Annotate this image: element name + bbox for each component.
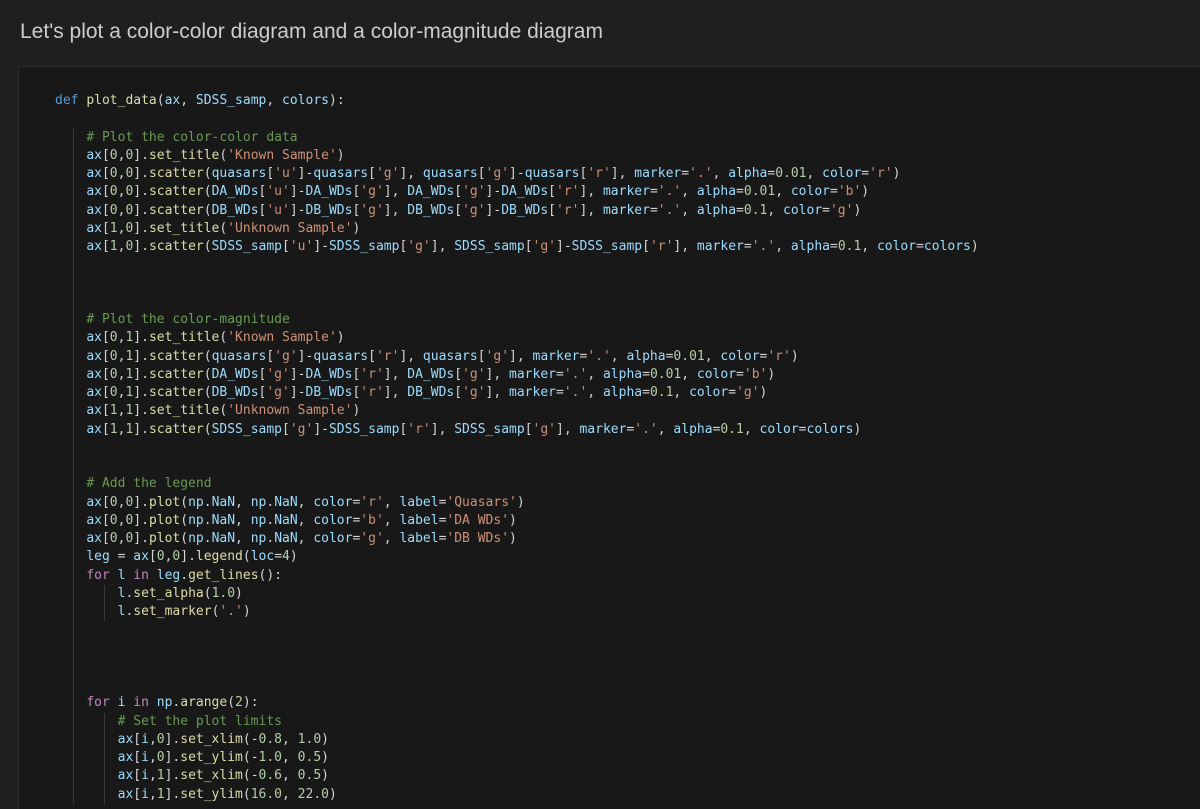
code-line-text: # Plot the color-color data bbox=[86, 129, 298, 145]
code-line-text: ax[0,0].plot(np.NaN, np.NaN, color='b', … bbox=[86, 512, 517, 528]
code-line-text: ax[1,0].set_title('Unknown Sample') bbox=[86, 220, 361, 236]
markdown-heading: Let's plot a color-color diagram and a c… bbox=[20, 20, 603, 43]
code-line[interactable]: for i in np.arange(2): bbox=[55, 694, 259, 712]
code-line[interactable]: # Set the plot limits bbox=[55, 713, 282, 731]
code-line[interactable]: ax[0,1].scatter(quasars['g']-quasars['r'… bbox=[55, 348, 799, 366]
markdown-cell[interactable]: Let's plot a color-color diagram and a c… bbox=[0, 0, 1200, 66]
code-line-text: for i in np.arange(2): bbox=[86, 695, 259, 711]
code-line[interactable]: # Plot the color-color data bbox=[55, 129, 298, 147]
code-line-text: for l in leg.get_lines(): bbox=[86, 567, 283, 583]
code-line-text: ax[1,1].scatter(SDSS_samp['g']-SDSS_samp… bbox=[86, 421, 862, 437]
code-line[interactable]: ax[0,1].scatter(DB_WDs['g']-DB_WDs['r'],… bbox=[55, 384, 767, 402]
code-line[interactable]: # Add the legend bbox=[55, 475, 212, 493]
code-line[interactable]: ax[1,0].set_title('Unknown Sample') bbox=[55, 220, 360, 238]
code-line[interactable]: ax[i,0].set_ylim(-1.0, 0.5) bbox=[55, 749, 329, 767]
code-line-text: ax[0,1].set_title('Known Sample') bbox=[86, 330, 345, 346]
code-line[interactable]: ax[0,0].plot(np.NaN, np.NaN, color='b', … bbox=[55, 512, 517, 530]
code-line[interactable]: l.set_alpha(1.0) bbox=[55, 585, 243, 603]
code-line-text: l.set_marker('.') bbox=[117, 604, 251, 619]
code-line-text: ax[0,0].set_title('Known Sample') bbox=[86, 147, 345, 163]
code-line-text: def plot_data(ax, SDSS_samp, colors): bbox=[55, 93, 345, 108]
code-line-text: ax[0,1].scatter(DB_WDs['g']-DB_WDs['r'],… bbox=[86, 385, 768, 400]
code-line[interactable]: ax[0,0].set_title('Known Sample') bbox=[55, 147, 345, 165]
code-line-text: ax[i,0].set_ylim(-1.0, 0.5) bbox=[117, 750, 329, 765]
code-line[interactable]: ax[i,1].set_ylim(16.0, 22.0) bbox=[55, 786, 337, 804]
code-line[interactable]: ax[0,0].scatter(DB_WDs['u']-DB_WDs['g'],… bbox=[55, 202, 861, 220]
code-line[interactable]: def plot_data(ax, SDSS_samp, colors): bbox=[55, 92, 345, 110]
code-line-text: # Set the plot limits bbox=[117, 713, 282, 729]
code-line[interactable]: ax[0,0].plot(np.NaN, np.NaN, color='g', … bbox=[55, 530, 517, 548]
code-line[interactable]: ax[1,0].scatter(SDSS_samp['u']-SDSS_samp… bbox=[55, 238, 979, 256]
code-line-text: ax[i,1].set_xlim(-0.6, 0.5) bbox=[117, 768, 329, 784]
code-line[interactable]: ax[0,1].set_title('Known Sample') bbox=[55, 329, 345, 347]
code-line-text: ax[1,1].set_title('Unknown Sample') bbox=[86, 403, 361, 419]
code-line-text: # Plot the color-magnitude bbox=[86, 312, 290, 327]
code-line-text: # Add the legend bbox=[86, 476, 212, 492]
code-line-text: ax[0,1].scatter(DA_WDs['g']-DA_WDs['r'],… bbox=[86, 366, 776, 382]
code-line[interactable]: leg = ax[0,0].legend(loc=4) bbox=[55, 548, 298, 566]
code-line-text: ax[0,0].plot(np.NaN, np.NaN, color='g', … bbox=[86, 531, 517, 546]
code-line-text: ax[1,0].scatter(SDSS_samp['u']-SDSS_samp… bbox=[86, 239, 979, 254]
code-line[interactable]: ax[0,0].plot(np.NaN, np.NaN, color='r', … bbox=[55, 494, 525, 512]
code-line[interactable]: # Plot the color-magnitude bbox=[55, 311, 290, 329]
code-line[interactable]: l.set_marker('.') bbox=[55, 603, 251, 621]
code-line[interactable]: ax[i,1].set_xlim(-0.6, 0.5) bbox=[55, 767, 329, 785]
code-line[interactable]: ax[0,1].scatter(DA_WDs['g']-DA_WDs['r'],… bbox=[55, 366, 775, 384]
code-cell[interactable]: def plot_data(ax, SDSS_samp, colors): # … bbox=[18, 66, 1200, 809]
code-line-text: ax[i,0].set_xlim(-0.8, 1.0) bbox=[117, 731, 329, 747]
code-line[interactable]: ax[1,1].set_title('Unknown Sample') bbox=[55, 402, 360, 420]
code-line-text: ax[0,0].scatter(quasars['u']-quasars['g'… bbox=[86, 166, 901, 181]
code-line-text: ax[i,1].set_ylim(16.0, 22.0) bbox=[117, 786, 337, 802]
code-line-text: l.set_alpha(1.0) bbox=[117, 585, 243, 601]
code-line[interactable]: ax[i,0].set_xlim(-0.8, 1.0) bbox=[55, 731, 329, 749]
code-line-text: ax[0,1].scatter(quasars['g']-quasars['r'… bbox=[86, 348, 799, 364]
code-line[interactable]: ax[0,0].scatter(quasars['u']-quasars['g'… bbox=[55, 165, 900, 183]
code-line[interactable]: ax[0,0].scatter(DA_WDs['u']-DA_WDs['g'],… bbox=[55, 183, 869, 201]
code-line-text: ax[0,0].scatter(DA_WDs['u']-DA_WDs['g'],… bbox=[86, 184, 870, 200]
code-line-text: ax[0,0].plot(np.NaN, np.NaN, color='r', … bbox=[86, 494, 525, 510]
code-line[interactable]: ax[1,1].scatter(SDSS_samp['g']-SDSS_samp… bbox=[55, 421, 861, 439]
code-line-text: leg = ax[0,0].legend(loc=4) bbox=[86, 549, 298, 565]
code-line[interactable]: for l in leg.get_lines(): bbox=[55, 567, 282, 585]
code-line-text: ax[0,0].scatter(DB_WDs['u']-DB_WDs['g'],… bbox=[86, 202, 862, 218]
